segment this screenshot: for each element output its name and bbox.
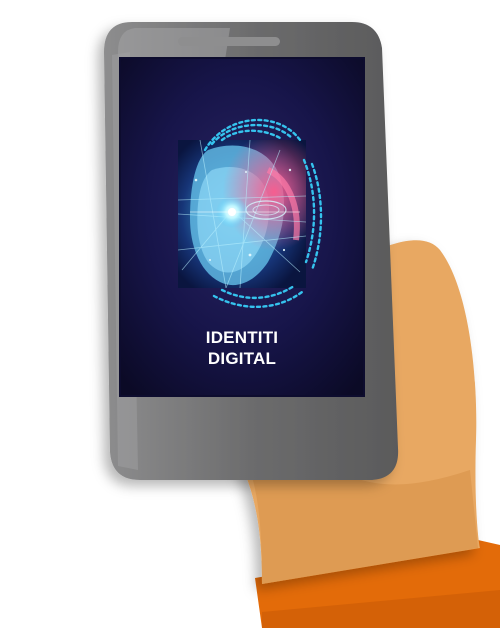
earpiece xyxy=(178,37,280,46)
face-fingerprint-scan-icon xyxy=(178,118,323,308)
title-line-2: DIGITAL xyxy=(207,349,277,368)
title-line-1: IDENTITI xyxy=(205,328,279,347)
page-title: IDENTITI DIGITAL xyxy=(120,327,364,369)
phone-in-hand-illustration xyxy=(104,22,500,628)
